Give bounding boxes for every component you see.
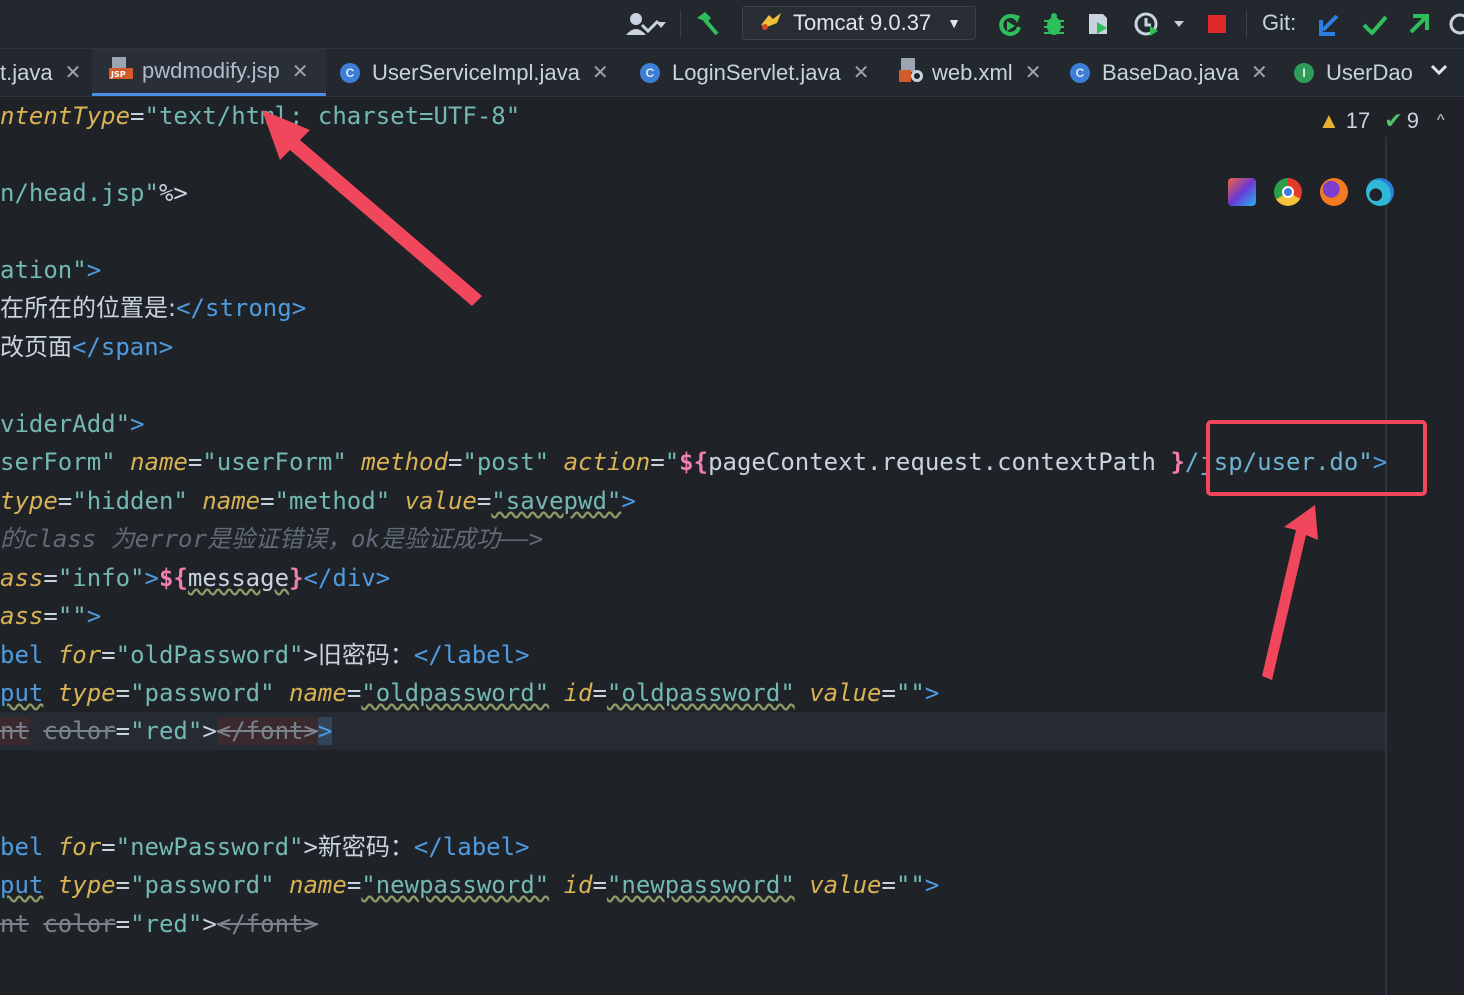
editor-tab-bar: t.java ✕ JSP pwdmodify.jsp ✕ C UserServi… xyxy=(0,49,1464,97)
tab-label: BaseDao.java xyxy=(1102,59,1239,85)
code-line-8: type="hidden" name="method" value="savep… xyxy=(0,487,636,515)
tomcat-icon xyxy=(759,9,783,37)
run-configuration-label: Tomcat 9.0.37 xyxy=(793,10,932,35)
code-line-16: put type="password" name="newpassword" i… xyxy=(0,871,940,899)
code-line-14: nt color="red"></font>> xyxy=(0,717,333,745)
tab-userserviceimpl-java[interactable]: C UserServiceImpl.java ✕ xyxy=(340,49,609,96)
annotation-highlight-box xyxy=(1206,420,1427,496)
chrome-icon[interactable] xyxy=(1274,178,1302,206)
code-line-10: ass="info">${message}</div> xyxy=(0,564,391,592)
code-line-11: ass=""> xyxy=(0,602,102,630)
code-line-15: bel for="newPassword">新密码：</label> xyxy=(0,833,530,861)
tab-label: UserServiceImpl.java xyxy=(372,59,580,85)
tab-label: LoginServlet.java xyxy=(672,59,841,85)
coverage-icon[interactable] xyxy=(1082,8,1116,40)
tab-pwdmodify-jsp[interactable]: JSP pwdmodify.jsp ✕ xyxy=(92,49,326,96)
tab-web-xml[interactable]: web.xml ✕ xyxy=(898,49,1041,96)
profiler-menu-icon[interactable] xyxy=(1130,8,1190,40)
main-toolbar: Tomcat 9.0.37 ▼ Git: xyxy=(0,0,1464,49)
tab-loginservlet-java[interactable]: C LoginServlet.java ✕ xyxy=(640,49,870,96)
edge-icon[interactable] xyxy=(1366,178,1394,206)
code-line-13: put type="password" name="oldpassword" i… xyxy=(0,679,940,707)
git-commit-check-icon[interactable] xyxy=(1360,8,1390,40)
svg-text:JSP: JSP xyxy=(110,70,126,79)
close-icon[interactable]: ✕ xyxy=(853,60,870,85)
check-icon: ✔ xyxy=(1384,108,1403,133)
code-line-6: viderAdd"> xyxy=(0,410,145,438)
code-line-5: 改页面</span> xyxy=(0,333,174,361)
code-line-3: ation"> xyxy=(0,256,102,284)
rerun-icon[interactable] xyxy=(994,8,1026,40)
tab-label: pwdmodify.jsp xyxy=(142,58,280,83)
tab-userdao[interactable]: I UserDao xyxy=(1294,49,1414,96)
code-line-4: 在所在的位置是:</strong> xyxy=(0,294,307,322)
history-clock-icon[interactable] xyxy=(1446,8,1464,40)
debug-bug-icon[interactable] xyxy=(1038,8,1070,40)
chevron-down-icon: ▼ xyxy=(947,15,961,31)
tab-basedao-java[interactable]: C BaseDao.java ✕ xyxy=(1070,49,1268,96)
warning-triangle-icon: ▲ xyxy=(1318,108,1340,133)
class-icon: C xyxy=(640,62,660,83)
close-icon[interactable]: ✕ xyxy=(1251,60,1268,85)
intellij-browser-icon[interactable] xyxy=(1228,178,1256,206)
code-line-17: nt color="red"></font> xyxy=(0,910,318,938)
code-line-2: n/head.jsp"%> xyxy=(0,179,188,207)
git-label: Git: xyxy=(1262,10,1297,35)
inspection-widget[interactable]: ▲ 17 ✔ 9 ^ xyxy=(1318,108,1444,134)
close-icon[interactable]: ✕ xyxy=(292,59,309,84)
tab-label: web.xml xyxy=(932,59,1013,85)
close-icon[interactable]: ✕ xyxy=(1025,60,1042,85)
firefox-icon[interactable] xyxy=(1320,178,1348,206)
chevron-down-icon[interactable] xyxy=(1430,59,1448,82)
jsp-file-icon: JSP xyxy=(108,56,134,86)
tab-label: UserDao xyxy=(1326,59,1413,85)
class-icon: C xyxy=(1070,62,1090,83)
class-icon: C xyxy=(340,62,360,83)
chevron-up-icon[interactable]: ^ xyxy=(1437,112,1445,130)
close-icon[interactable]: ✕ xyxy=(592,60,609,85)
run-configuration-selector[interactable]: Tomcat 9.0.37 ▼ xyxy=(742,6,976,40)
tab-label: t.java xyxy=(0,59,53,85)
xml-file-icon xyxy=(898,57,924,89)
interface-icon: I xyxy=(1294,62,1314,83)
stop-icon[interactable] xyxy=(1202,8,1232,40)
browser-preview-bar xyxy=(1228,178,1394,206)
code-line-1: ntentType="text/html; charset=UTF-8" xyxy=(0,102,521,130)
warning-count: 17 xyxy=(1345,108,1371,133)
weak-warning-count: 9 xyxy=(1406,108,1419,133)
close-icon[interactable]: ✕ xyxy=(65,60,82,85)
build-hammer-icon[interactable] xyxy=(690,8,724,40)
code-line-12: bel for="oldPassword">旧密码：</label> xyxy=(0,641,530,669)
tab-t-java[interactable]: t.java ✕ xyxy=(0,49,92,96)
git-push-icon[interactable] xyxy=(1404,8,1434,40)
user-menu-icon[interactable] xyxy=(622,8,670,40)
git-update-icon[interactable] xyxy=(1314,8,1344,40)
right-margin-guide xyxy=(1385,137,1387,995)
code-editor[interactable]: ntentType="text/html; charset=UTF-8" n/h… xyxy=(0,97,1464,995)
code-line-7: serForm" name="userForm" method="post" a… xyxy=(0,448,1388,476)
code-line-9-comment: 的class 为error是验证错误，ok是验证成功——> xyxy=(0,525,544,553)
